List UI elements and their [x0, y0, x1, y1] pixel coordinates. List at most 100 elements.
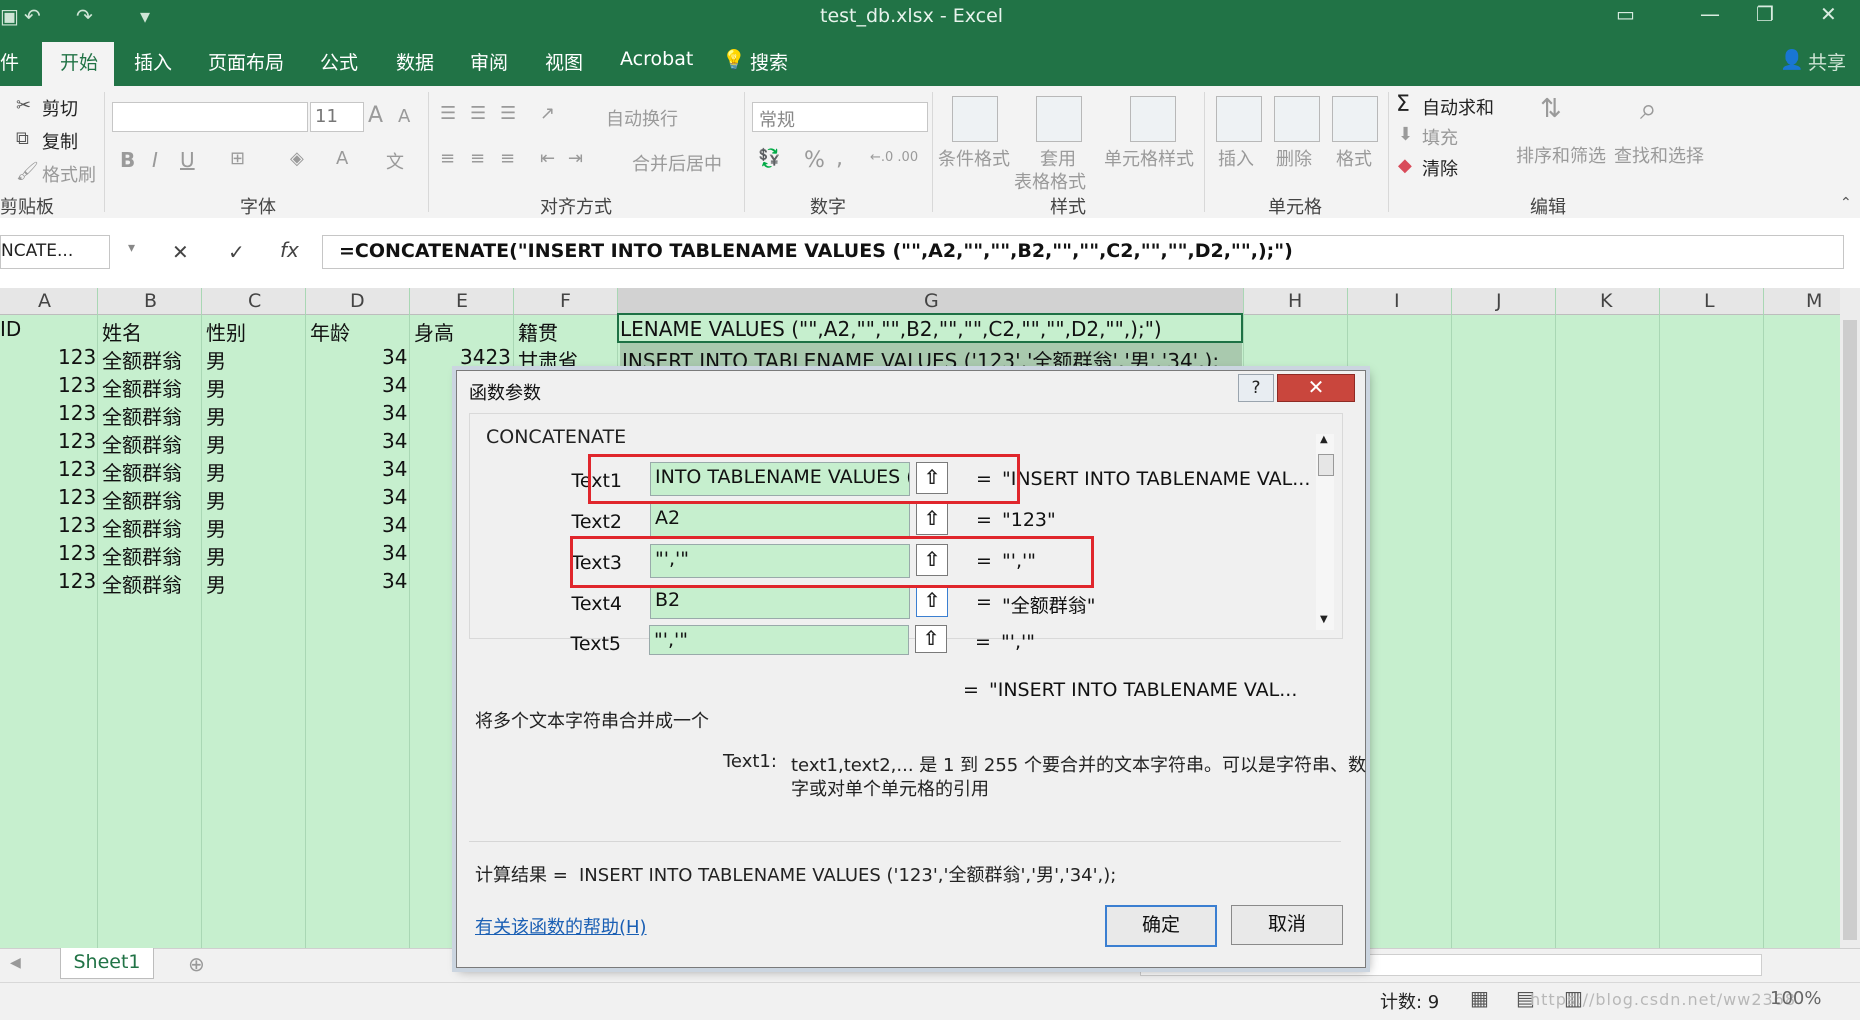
- cell-a[interactable]: 123: [58, 485, 96, 509]
- delete-cells-button[interactable]: 删除: [1276, 145, 1312, 171]
- column-header-b[interactable]: B: [144, 290, 157, 312]
- tab-review[interactable]: 审阅: [470, 48, 508, 75]
- share-button[interactable]: 共享: [1808, 48, 1846, 75]
- align-middle-icon[interactable]: ☰: [470, 103, 486, 124]
- align-center-icon[interactable]: ≡: [470, 148, 485, 169]
- vertical-scroll-thumb[interactable]: [1843, 320, 1857, 940]
- format-table-icon[interactable]: [1036, 96, 1082, 142]
- tab-file[interactable]: 件: [0, 48, 19, 75]
- minimize-button[interactable]: —: [1700, 2, 1720, 26]
- cell-d[interactable]: 34: [382, 429, 407, 453]
- percent-button[interactable]: %: [804, 148, 825, 173]
- cell-b[interactable]: 全额群翁: [102, 569, 182, 598]
- cell-c2[interactable]: 男: [206, 345, 226, 374]
- find-select-button[interactable]: 查找和选择: [1614, 142, 1704, 168]
- formula-input[interactable]: =CONCATENATE("INSERT INTO TABLENAME VALU…: [322, 235, 1844, 269]
- column-header-c[interactable]: C: [248, 290, 261, 312]
- format-cells-button[interactable]: 格式: [1336, 145, 1372, 171]
- scroll-left-icon[interactable]: ◀: [10, 955, 21, 971]
- cell-a[interactable]: 123: [58, 457, 96, 481]
- indent-icon[interactable]: ⇥: [568, 148, 583, 169]
- column-header-i[interactable]: I: [1394, 290, 1400, 312]
- cell-d[interactable]: 34: [382, 569, 407, 593]
- search-icon[interactable]: ⌕: [1640, 92, 1657, 127]
- currency-icon[interactable]: 💱: [758, 148, 780, 169]
- italic-button[interactable]: I: [152, 148, 158, 172]
- normal-view-icon[interactable]: ▦: [1470, 986, 1489, 1010]
- cell-e2[interactable]: 3423: [460, 345, 511, 369]
- conditional-format-icon[interactable]: [952, 96, 998, 142]
- copy-icon[interactable]: ⧉: [16, 128, 29, 149]
- clear-button[interactable]: 清除: [1422, 155, 1458, 181]
- tab-acrobat[interactable]: Acrobat: [620, 48, 693, 70]
- border-icon[interactable]: ⊞: [230, 148, 245, 169]
- undo-icon[interactable]: ↶: [24, 4, 41, 28]
- align-right-icon[interactable]: ≡: [500, 148, 515, 169]
- user-icon[interactable]: 👤: [1780, 48, 1804, 71]
- cancel-formula-button[interactable]: ✕: [172, 240, 189, 264]
- shrink-font-icon[interactable]: A: [398, 106, 410, 127]
- cell-b[interactable]: 全额群翁: [102, 513, 182, 542]
- restore-button[interactable]: ❐: [1756, 2, 1774, 26]
- insert-cells-button[interactable]: 插入: [1218, 145, 1254, 171]
- align-bottom-icon[interactable]: ☰: [500, 103, 516, 124]
- column-header-j[interactable]: J: [1496, 290, 1502, 312]
- cell-b[interactable]: 全额群翁: [102, 457, 182, 486]
- args-scrollbar[interactable]: ▲ ▼: [1316, 434, 1334, 630]
- insert-cells-icon[interactable]: [1216, 96, 1262, 142]
- tab-search[interactable]: 搜索: [750, 48, 788, 75]
- format-table-button[interactable]: 表格格式: [1014, 168, 1086, 194]
- font-size-combo[interactable]: 11: [310, 102, 364, 132]
- close-button[interactable]: ✕: [1820, 2, 1837, 26]
- merge-center-button[interactable]: 合并后居中: [632, 150, 722, 176]
- cell-a[interactable]: 123: [58, 541, 96, 565]
- cell-b2[interactable]: 全额群翁: [102, 345, 182, 374]
- tab-page-layout[interactable]: 页面布局: [208, 48, 284, 75]
- ok-button[interactable]: 确定: [1105, 905, 1217, 947]
- collapse-dialog-icon[interactable]: ⇧: [916, 585, 948, 617]
- cell-c[interactable]: 男: [206, 513, 226, 542]
- bold-button[interactable]: B: [120, 148, 135, 172]
- font-name-combo[interactable]: [112, 102, 308, 132]
- fill-button[interactable]: 填充: [1422, 124, 1458, 150]
- cell-styles-button[interactable]: 单元格样式: [1104, 145, 1194, 171]
- name-box-dropdown-icon[interactable]: ▾: [128, 240, 135, 256]
- cell-a[interactable]: 123: [58, 569, 96, 593]
- autosum-button[interactable]: 自动求和: [1422, 94, 1494, 120]
- lightbulb-icon[interactable]: 💡: [722, 48, 746, 71]
- cell-c[interactable]: 男: [206, 569, 226, 598]
- cell-b[interactable]: 全额群翁: [102, 373, 182, 402]
- cell-e1[interactable]: 身高: [414, 317, 454, 346]
- cancel-button[interactable]: 取消: [1231, 905, 1343, 945]
- align-left-icon[interactable]: ≡: [440, 148, 455, 169]
- increase-decimal-icon[interactable]: ←.0 .00: [870, 150, 918, 165]
- cell-f1[interactable]: 籍贯: [518, 317, 558, 346]
- dialog-close-button[interactable]: ✕: [1277, 374, 1355, 402]
- copy-button[interactable]: 复制: [42, 128, 78, 154]
- column-header-e[interactable]: E: [456, 290, 468, 312]
- brush-icon[interactable]: 🖌: [16, 161, 39, 182]
- ribbon-display-icon[interactable]: ▭: [1616, 2, 1635, 26]
- cell-b[interactable]: 全额群翁: [102, 401, 182, 430]
- fill-icon[interactable]: ⬇: [1398, 124, 1413, 145]
- function-help-link[interactable]: 有关该函数的帮助(H): [475, 913, 647, 939]
- phonetic-icon[interactable]: 文: [386, 148, 404, 174]
- cell-d2[interactable]: 34: [382, 345, 407, 369]
- column-header-m[interactable]: M: [1806, 290, 1822, 312]
- column-header-l[interactable]: L: [1704, 290, 1715, 312]
- fill-color-icon[interactable]: ◈: [290, 148, 304, 169]
- tab-insert[interactable]: 插入: [134, 48, 172, 75]
- column-header-a[interactable]: A: [38, 290, 51, 312]
- tab-data[interactable]: 数据: [396, 48, 434, 75]
- number-format-combo[interactable]: 常规: [752, 102, 928, 132]
- cell-d1[interactable]: 年龄: [310, 317, 350, 346]
- collapse-dialog-icon[interactable]: ⇧: [915, 625, 947, 653]
- cell-c[interactable]: 男: [206, 541, 226, 570]
- cell-a2[interactable]: 123: [58, 345, 96, 369]
- cell-d[interactable]: 34: [382, 485, 407, 509]
- scissors-icon[interactable]: ✂: [16, 95, 31, 116]
- scroll-down-icon[interactable]: ▼: [1320, 614, 1328, 625]
- arg-input-text4[interactable]: B2: [650, 585, 910, 619]
- cell-c1[interactable]: 性别: [206, 317, 246, 346]
- cell-b[interactable]: 全额群翁: [102, 485, 182, 514]
